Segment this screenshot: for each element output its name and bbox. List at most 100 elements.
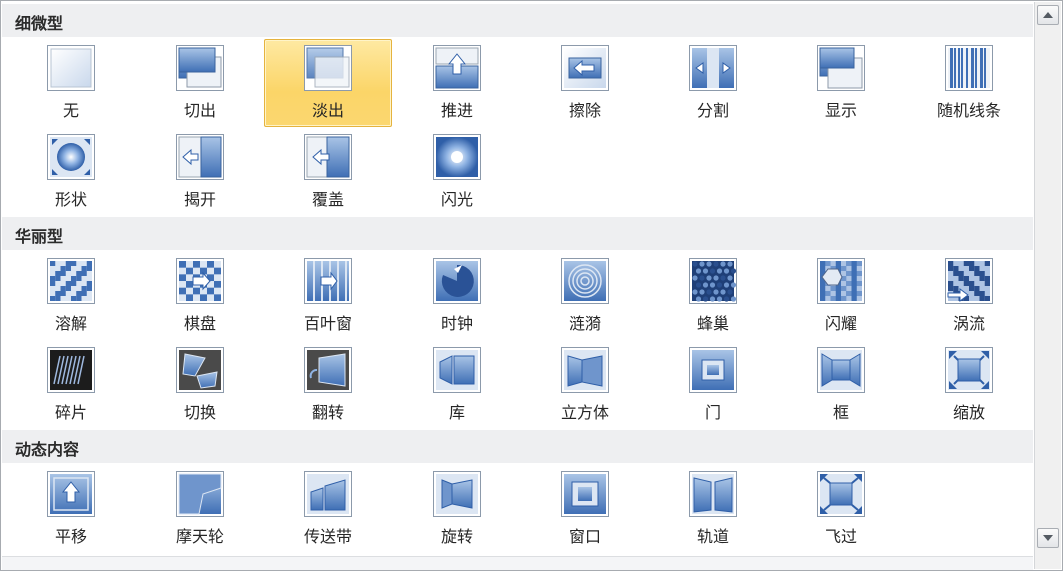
transition-glitter-icon [816, 257, 866, 305]
transition-tile-glitter[interactable]: 闪耀 [777, 252, 905, 340]
section-header-subtle: 细微型 [2, 4, 1033, 37]
transition-tile-vortex[interactable]: 涡流 [905, 252, 1033, 340]
transition-tile-pan[interactable]: 平移 [7, 465, 135, 553]
transition-tile-push[interactable]: 推进 [393, 39, 521, 127]
transition-uncover-icon [175, 133, 225, 181]
transition-tile-zoom[interactable]: 缩放 [905, 341, 1033, 429]
transition-tile-random-bars[interactable]: 随机线条 [905, 39, 1033, 127]
transition-window-icon [560, 470, 610, 518]
transition-fade-icon [303, 44, 353, 92]
transition-tile-shape[interactable]: 形状 [7, 128, 135, 216]
transition-tile-shred[interactable]: 碎片 [7, 341, 135, 429]
transition-label: 缩放 [952, 403, 985, 422]
transition-tile-cut[interactable]: 切出 [136, 39, 264, 127]
transition-tile-ripple[interactable]: 涟漪 [521, 252, 649, 340]
transition-gallery: 细微型 无 切出 淡出 推进 擦除 分割 显示 随机线条 形状 揭开 覆盖 闪光 华丽型 溶解 棋盘 百… [0, 0, 1063, 571]
transition-label: 切换 [183, 403, 216, 422]
scroll-up-button[interactable] [1037, 5, 1059, 25]
transition-label: 平移 [54, 527, 87, 546]
transition-tile-none[interactable]: 无 [7, 39, 135, 127]
transition-tile-doors[interactable]: 门 [649, 341, 777, 429]
gallery-row: 溶解 棋盘 百叶窗 时钟 涟漪 蜂巢 闪耀 涡流 [2, 252, 1033, 340]
transition-tile-clock[interactable]: 时钟 [393, 252, 521, 340]
transition-tile-uncover[interactable]: 揭开 [136, 128, 264, 216]
transition-tile-honeycomb[interactable]: 蜂巢 [649, 252, 777, 340]
transition-wipe-icon [560, 44, 610, 92]
transition-zoom-icon [944, 346, 994, 394]
transition-label: 立方体 [560, 403, 609, 422]
transition-tile-checkerboard[interactable]: 棋盘 [136, 252, 264, 340]
transition-tile-reveal[interactable]: 显示 [777, 39, 905, 127]
transition-gallery-icon [432, 346, 482, 394]
transition-label: 翻转 [311, 403, 344, 422]
transition-random-bars-icon [944, 44, 994, 92]
transition-label: 溶解 [54, 314, 87, 333]
transition-dissolve-icon [46, 257, 96, 305]
transition-tile-fade[interactable]: 淡出 [264, 39, 392, 127]
transition-tile-box[interactable]: 框 [777, 341, 905, 429]
transition-label: 百叶窗 [303, 314, 352, 333]
transition-label: 飞过 [824, 527, 857, 546]
transition-checkerboard-icon [175, 257, 225, 305]
transition-cut-icon [175, 44, 225, 92]
transition-tile-wipe[interactable]: 擦除 [521, 39, 649, 127]
transition-label: 门 [704, 403, 721, 422]
transition-doors-icon [688, 346, 738, 394]
gallery-content: 细微型 无 切出 淡出 推进 擦除 分割 显示 随机线条 形状 揭开 覆盖 闪光 华丽型 溶解 棋盘 百… [2, 2, 1033, 556]
transition-tile-rotate[interactable]: 旋转 [393, 465, 521, 553]
section-header-exciting: 华丽型 [2, 217, 1033, 250]
transition-fly-through-icon [816, 470, 866, 518]
transition-label: 旋转 [440, 527, 473, 546]
transition-rotate-icon [432, 470, 482, 518]
transition-orbit-icon [688, 470, 738, 518]
transition-cover-icon [303, 133, 353, 181]
transition-switch-icon [175, 346, 225, 394]
transition-tile-ferris-wheel[interactable]: 摩天轮 [136, 465, 264, 553]
transition-blinds-icon [303, 257, 353, 305]
transition-flash-icon [432, 133, 482, 181]
transition-conveyor-icon [303, 470, 353, 518]
transition-tile-switch[interactable]: 切换 [136, 341, 264, 429]
transition-tile-blinds[interactable]: 百叶窗 [264, 252, 392, 340]
transition-reveal-icon [816, 44, 866, 92]
transition-shape-icon [46, 133, 96, 181]
transition-label: 窗口 [568, 527, 601, 546]
transition-label: 推进 [440, 101, 473, 120]
section-header-dynamic: 动态内容 [2, 430, 1033, 463]
vertical-scrollbar[interactable] [1034, 2, 1061, 569]
transition-tile-conveyor[interactable]: 传送带 [264, 465, 392, 553]
transition-tile-flip[interactable]: 翻转 [264, 341, 392, 429]
transition-tile-flash[interactable]: 闪光 [393, 128, 521, 216]
transition-label: 库 [448, 403, 465, 422]
scrollbar-track[interactable] [1037, 27, 1059, 526]
transition-clock-icon [432, 257, 482, 305]
transition-label: 蜂巢 [696, 314, 729, 333]
transition-label: 涟漪 [568, 314, 601, 333]
transition-label: 形状 [54, 190, 87, 209]
arrow-down-icon [1043, 535, 1053, 541]
transition-label: 闪光 [440, 190, 473, 209]
transition-label: 棋盘 [183, 314, 216, 333]
transition-tile-cover[interactable]: 覆盖 [264, 128, 392, 216]
transition-label: 轨道 [696, 527, 729, 546]
transition-label: 摩天轮 [175, 527, 224, 546]
transition-label: 分割 [696, 101, 729, 120]
scroll-down-button[interactable] [1037, 528, 1059, 548]
transition-label: 无 [62, 101, 79, 120]
transition-label: 闪耀 [824, 314, 857, 333]
transition-tile-cube[interactable]: 立方体 [521, 341, 649, 429]
transition-label: 擦除 [568, 101, 601, 120]
transition-label: 揭开 [183, 190, 216, 209]
transition-tile-window[interactable]: 窗口 [521, 465, 649, 553]
transition-vortex-icon [944, 257, 994, 305]
transition-tile-split[interactable]: 分割 [649, 39, 777, 127]
section-title: 动态内容 [15, 440, 80, 459]
gallery-row: 形状 揭开 覆盖 闪光 [2, 128, 1033, 216]
transition-box-icon [816, 346, 866, 394]
transition-ripple-icon [560, 257, 610, 305]
transition-tile-orbit[interactable]: 轨道 [649, 465, 777, 553]
transition-tile-dissolve[interactable]: 溶解 [7, 252, 135, 340]
transition-tile-fly-through[interactable]: 飞过 [777, 465, 905, 553]
transition-tile-gallery[interactable]: 库 [393, 341, 521, 429]
transition-label: 随机线条 [936, 101, 1001, 120]
